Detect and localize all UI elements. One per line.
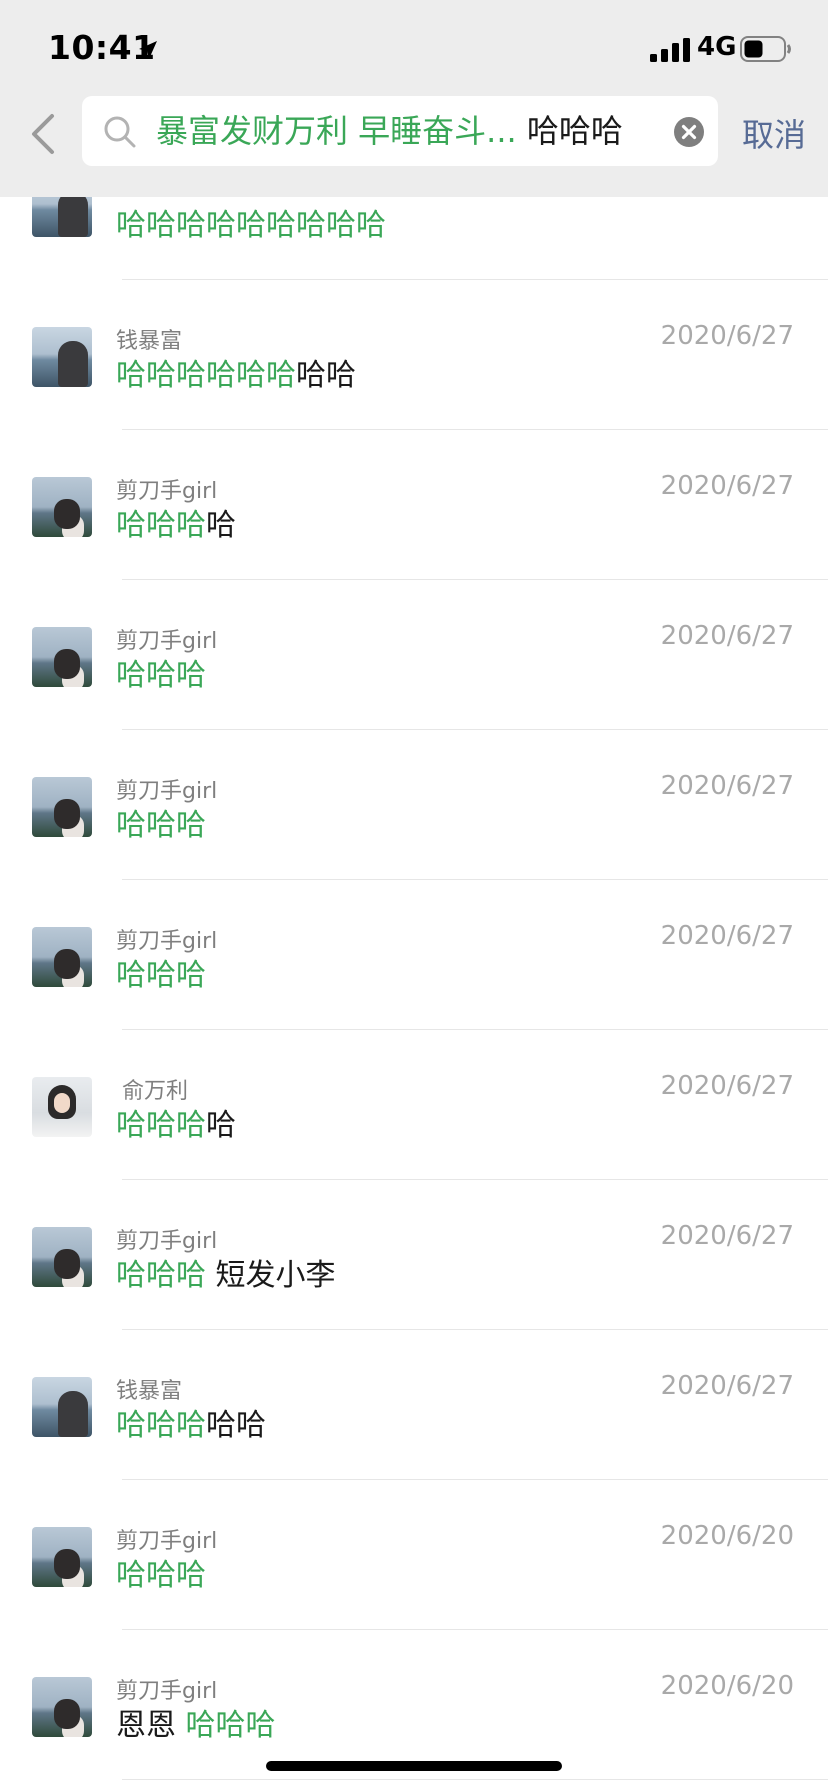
message-highlight: 哈哈哈哈哈哈 (116, 358, 296, 393)
sender-name: 剪刀手girl (116, 779, 218, 804)
avatar (32, 1677, 92, 1737)
avatar (32, 627, 92, 687)
sender-name: 剪刀手girl (116, 929, 218, 954)
cancel-button[interactable]: 取消 (742, 110, 806, 156)
status-bar: 10:41 4G (0, 0, 828, 96)
cellular-signal-icon (650, 38, 690, 62)
message-date: 2020/6/27 (660, 321, 794, 351)
message-date: 2020/6/27 (660, 471, 794, 501)
result-row[interactable]: 剪刀手girl 2020/6/20 哈哈哈 (0, 1480, 828, 1630)
result-row[interactable]: 钱暴富 2020/6/27 哈哈哈哈哈哈哈哈 (0, 280, 828, 430)
message-date: 2020/6/20 (660, 1521, 794, 1551)
message-highlight: 哈哈哈 (116, 1558, 206, 1593)
message-text: 哈哈哈哈 (116, 1106, 236, 1146)
avatar (32, 1227, 92, 1287)
home-indicator[interactable] (266, 1761, 562, 1771)
result-row[interactable]: 钱暴富 2020/6/27 哈哈哈哈哈 (0, 1330, 828, 1480)
location-arrow-icon (139, 41, 157, 59)
message-highlight: 哈哈哈 (116, 1108, 206, 1143)
avatar (32, 1377, 92, 1437)
result-row[interactable]: 剪刀手girl 2020/6/20 恩恩 哈哈哈 (0, 1630, 828, 1780)
result-row[interactable]: 剪刀手girl 2020/6/27 哈哈哈 (0, 880, 828, 1030)
result-row[interactable]: 剪刀手girl 2020/6/27 哈哈哈 短发小李 (0, 1180, 828, 1330)
message-highlight: 哈哈哈 (116, 1258, 206, 1293)
avatar (32, 927, 92, 987)
message-highlight: 哈哈哈哈哈哈哈哈哈 (116, 208, 386, 243)
message-text: 哈哈哈 (116, 656, 206, 696)
message-highlight: 哈哈哈 (185, 1708, 276, 1743)
divider (122, 1779, 828, 1780)
message-text: 哈哈哈哈哈哈哈哈哈 (116, 206, 386, 246)
avatar (32, 477, 92, 537)
sender-name: 钱暴富 (116, 1379, 183, 1404)
message-text: 哈哈哈 (116, 806, 206, 846)
message-text: 哈哈哈哈哈 (116, 1406, 266, 1446)
search-input[interactable]: 暴富发财万利 早睡奋斗... 哈哈哈 (82, 96, 718, 166)
sender-name: 剪刀手girl (116, 1529, 218, 1554)
message-plain: 哈 (206, 1108, 236, 1143)
message-plain: 哈哈 (296, 358, 356, 393)
sender-name: 剪刀手girl (116, 629, 218, 654)
network-type: 4G (697, 32, 737, 62)
avatar (32, 777, 92, 837)
clear-icon[interactable] (673, 116, 705, 148)
result-row[interactable]: 剪刀手girl 2020/6/27 哈哈哈哈 (0, 430, 828, 580)
sender-name: 俞万利 (122, 1079, 189, 1104)
battery-icon (740, 36, 791, 62)
message-date: 2020/6/27 (660, 1071, 794, 1101)
message-highlight: 哈哈哈 (116, 1408, 206, 1443)
message-plain: 哈哈 (206, 1408, 266, 1443)
search-results-list: 哈哈哈哈哈哈哈哈哈 钱暴富 2020/6/27 哈哈哈哈哈哈哈哈 剪刀手girl… (0, 0, 828, 1792)
message-highlight: 哈哈哈 (116, 508, 206, 543)
result-row[interactable]: 剪刀手girl 2020/6/27 哈哈哈 (0, 730, 828, 880)
message-text: 恩恩 哈哈哈 (116, 1706, 276, 1746)
message-text: 哈哈哈 (116, 956, 206, 996)
avatar (32, 1527, 92, 1587)
message-date: 2020/6/27 (660, 771, 794, 801)
back-chevron-icon[interactable] (28, 112, 58, 156)
result-row[interactable]: 剪刀手girl 2020/6/27 哈哈哈 (0, 580, 828, 730)
message-date: 2020/6/27 (660, 921, 794, 951)
avatar (32, 1077, 92, 1137)
sender-name: 剪刀手girl (116, 479, 218, 504)
result-row[interactable]: 俞万利 2020/6/27 哈哈哈哈 (0, 1030, 828, 1180)
message-text: 哈哈哈 (116, 1556, 206, 1596)
message-plain: 恩恩 (116, 1708, 186, 1743)
message-text: 哈哈哈哈哈哈哈哈 (116, 356, 356, 396)
search-query-plain: 哈哈哈 (526, 112, 623, 150)
message-highlight: 哈哈哈 (116, 958, 206, 993)
avatar (32, 327, 92, 387)
search-header: 10:41 4G 暴富发财万利 早睡奋斗... 哈哈哈 取消 (0, 0, 828, 197)
message-date: 2020/6/27 (660, 621, 794, 651)
search-query: 暴富发财万利 早睡奋斗... 哈哈哈 (156, 110, 623, 152)
message-plain: 哈 (206, 508, 236, 543)
sender-name: 剪刀手girl (116, 1229, 218, 1254)
message-date: 2020/6/20 (660, 1671, 794, 1701)
search-icon (104, 116, 136, 148)
message-text: 哈哈哈哈 (116, 506, 236, 546)
sender-name: 钱暴富 (116, 329, 183, 354)
message-date: 2020/6/27 (660, 1371, 794, 1401)
sender-name: 剪刀手girl (116, 1679, 218, 1704)
message-highlight: 哈哈哈 (116, 808, 206, 843)
message-date: 2020/6/27 (660, 1221, 794, 1251)
message-plain: 短发小李 (206, 1258, 336, 1293)
message-highlight: 哈哈哈 (116, 658, 206, 693)
message-text: 哈哈哈 短发小李 (116, 1256, 336, 1296)
search-query-highlight: 暴富发财万利 早睡奋斗... (156, 112, 517, 150)
